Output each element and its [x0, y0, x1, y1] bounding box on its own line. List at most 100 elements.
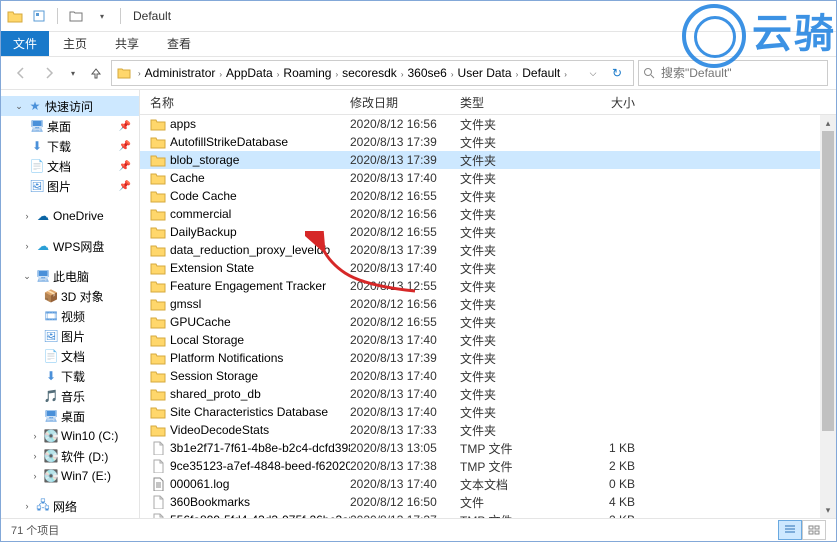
column-header-type[interactable]: 类型 — [460, 94, 555, 111]
file-row[interactable]: 000061.log2020/8/13 17:40文本文档0 KB — [140, 475, 836, 493]
chevron-right-icon[interactable]: › — [29, 471, 41, 481]
file-row[interactable]: Cache2020/8/13 17:40文件夹 — [140, 169, 836, 187]
nav-item-label: 文档 — [47, 158, 71, 175]
nav-pc-item[interactable]: 🎵音乐 — [1, 386, 139, 406]
column-header-name[interactable]: 名称 — [140, 94, 350, 111]
chevron-right-icon[interactable]: › — [21, 211, 33, 221]
chevron-right-icon[interactable]: › — [136, 69, 143, 78]
nav-pc-item[interactable]: 🖥桌面 — [1, 406, 139, 426]
nav-this-pc[interactable]: ⌄ 🖥 此电脑 — [1, 266, 139, 286]
folder-icon — [150, 369, 166, 383]
file-row[interactable]: shared_proto_db2020/8/13 17:40文件夹 — [140, 385, 836, 403]
file-row[interactable]: Feature Engagement Tracker2020/8/13 12:5… — [140, 277, 836, 295]
file-date: 2020/8/12 16:56 — [350, 207, 460, 221]
breadcrumb-segment[interactable]: secoresdk — [340, 66, 399, 80]
ribbon-tab-share[interactable]: 共享 — [101, 31, 153, 56]
chevron-right-icon[interactable]: › — [21, 241, 33, 251]
nav-pc-item[interactable]: 🎞视频 — [1, 306, 139, 326]
file-row[interactable]: Session Storage2020/8/13 17:40文件夹 — [140, 367, 836, 385]
file-row[interactable]: 556fa899-5fd4-43d3-975f-26bc3a97...2020/… — [140, 511, 836, 518]
nav-up-button[interactable] — [85, 62, 107, 84]
column-header-size[interactable]: 大小 — [555, 94, 661, 111]
folder-icon — [150, 351, 166, 365]
drive-icon: 📄 — [43, 348, 59, 364]
file-row[interactable]: 9ce35123-a7ef-4848-beed-f62020ba...2020/… — [140, 457, 836, 475]
nav-pc-item[interactable]: 📄文档 — [1, 346, 139, 366]
file-row[interactable]: blob_storage2020/8/13 17:39文件夹 — [140, 151, 836, 169]
file-row[interactable]: commercial2020/8/12 16:56文件夹 — [140, 205, 836, 223]
view-details-button[interactable] — [778, 520, 802, 540]
file-name: DailyBackup — [170, 225, 237, 239]
chevron-right-icon[interactable]: › — [562, 70, 569, 79]
vertical-scrollbar[interactable]: ▴ ▾ — [820, 115, 836, 518]
nav-pc-item[interactable]: ⬇下载 — [1, 366, 139, 386]
chevron-right-icon[interactable]: › — [449, 70, 456, 79]
file-row[interactable]: AutofillStrikeDatabase2020/8/13 17:39文件夹 — [140, 133, 836, 151]
refresh-icon[interactable]: ↻ — [605, 66, 629, 80]
file-row[interactable]: 360Bookmarks2020/8/12 16:50文件4 KB — [140, 493, 836, 511]
address-bar: ▾ › Administrator›AppData›Roaming›secore… — [1, 57, 836, 90]
chevron-right-icon[interactable]: › — [21, 501, 33, 511]
chevron-right-icon[interactable]: › — [29, 451, 41, 461]
scroll-up-button[interactable]: ▴ — [820, 115, 836, 131]
chevron-down-icon[interactable]: ⌄ — [13, 101, 25, 112]
file-rows[interactable]: apps2020/8/12 16:56文件夹 AutofillStrikeData… — [140, 115, 836, 518]
nav-forward-button[interactable] — [37, 61, 61, 85]
file-row[interactable]: Local Storage2020/8/13 17:40文件夹 — [140, 331, 836, 349]
nav-pc-item[interactable]: 🖼图片 — [1, 326, 139, 346]
nav-pc-item[interactable]: ›💽软件 (D:) — [1, 446, 139, 466]
nav-history-dropdown[interactable]: ▾ — [65, 69, 81, 78]
ribbon-tab-view[interactable]: 查看 — [153, 31, 205, 56]
navigation-pane[interactable]: ⌄ ★ 快速访问 🖥桌面📌⬇下载📌📄文档📌🖼图片📌 › ☁ OneDrive ›… — [1, 90, 140, 518]
file-type: 文件夹 — [460, 170, 555, 187]
file-row[interactable]: Platform Notifications2020/8/13 17:39文件夹 — [140, 349, 836, 367]
breadcrumb-segment[interactable]: Administrator — [143, 66, 218, 80]
qat-dropdown[interactable]: ▾ — [92, 6, 112, 26]
file-row[interactable]: DailyBackup2020/8/12 16:55文件夹 — [140, 223, 836, 241]
breadcrumb-segment[interactable]: AppData — [224, 66, 275, 80]
qat-new-folder-button[interactable] — [66, 6, 86, 26]
chevron-down-icon[interactable]: ⌄ — [21, 271, 33, 282]
ribbon-file-tab[interactable]: 文件 — [1, 31, 49, 56]
file-size: 2 KB — [555, 459, 661, 473]
file-row[interactable]: data_reduction_proxy_leveldb2020/8/13 17… — [140, 241, 836, 259]
breadcrumb-segment[interactable]: 360se6 — [405, 66, 448, 80]
nav-quick-item[interactable]: 🖼图片📌 — [1, 176, 139, 196]
file-name: AutofillStrikeDatabase — [170, 135, 288, 149]
file-row[interactable]: Extension State2020/8/13 17:40文件夹 — [140, 259, 836, 277]
ribbon-tab-home[interactable]: 主页 — [49, 31, 101, 56]
nav-quick-item[interactable]: 📄文档📌 — [1, 156, 139, 176]
search-input[interactable] — [659, 65, 823, 81]
file-row[interactable]: gmssl2020/8/12 16:56文件夹 — [140, 295, 836, 313]
file-row[interactable]: Site Characteristics Database2020/8/13 1… — [140, 403, 836, 421]
chevron-right-icon[interactable]: › — [29, 431, 41, 441]
nav-quick-item[interactable]: 🖥桌面📌 — [1, 116, 139, 136]
nav-network[interactable]: › 🖧 网络 — [1, 496, 139, 516]
nav-quick-access[interactable]: ⌄ ★ 快速访问 — [1, 96, 139, 116]
file-date: 2020/8/13 17:39 — [350, 135, 460, 149]
nav-onedrive[interactable]: › ☁ OneDrive — [1, 206, 139, 226]
file-row[interactable]: Code Cache2020/8/12 16:55文件夹 — [140, 187, 836, 205]
scrollbar-thumb[interactable] — [822, 131, 834, 431]
view-icons-button[interactable] — [802, 520, 826, 540]
nav-wps[interactable]: › ☁ WPS网盘 — [1, 236, 139, 256]
qat-properties-button[interactable] — [29, 6, 49, 26]
column-header-date[interactable]: 修改日期 — [350, 94, 460, 111]
breadcrumb-segment[interactable]: User Data — [456, 66, 514, 80]
nav-back-button[interactable] — [9, 61, 33, 85]
nav-pc-item[interactable]: ›💽Win10 (C:) — [1, 426, 139, 446]
file-row[interactable]: 3b1e2f71-7f61-4b8e-b2c4-dcfd398d...2020/… — [140, 439, 836, 457]
address-dropdown-icon[interactable]: ⌵ — [581, 68, 605, 79]
file-row[interactable]: GPUCache2020/8/12 16:55文件夹 — [140, 313, 836, 331]
folder-icon — [150, 333, 166, 347]
nav-pc-item[interactable]: ›💽Win7 (E:) — [1, 466, 139, 486]
nav-quick-item[interactable]: ⬇下载📌 — [1, 136, 139, 156]
nav-pc-item[interactable]: 📦3D 对象 — [1, 286, 139, 306]
breadcrumb-segment[interactable]: Roaming — [281, 66, 333, 80]
breadcrumb-segment[interactable]: Default — [520, 66, 562, 80]
search-box[interactable] — [638, 60, 828, 86]
scroll-down-button[interactable]: ▾ — [820, 502, 836, 518]
breadcrumb[interactable]: › Administrator›AppData›Roaming›secoresd… — [111, 60, 634, 86]
file-row[interactable]: VideoDecodeStats2020/8/13 17:33文件夹 — [140, 421, 836, 439]
file-row[interactable]: apps2020/8/12 16:56文件夹 — [140, 115, 836, 133]
